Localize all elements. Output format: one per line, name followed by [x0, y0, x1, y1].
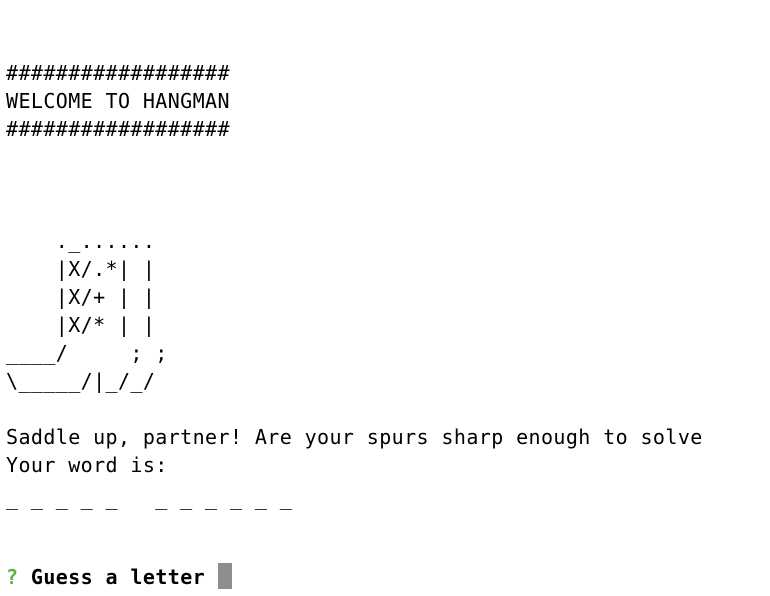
intro-message: Saddle up, partner! Are your spurs sharp… [6, 425, 703, 449]
prompt-label: Guess a letter [30, 565, 206, 589]
terminal-window: ################## WELCOME TO HANGMAN ##… [0, 0, 770, 596]
banner-border-bottom: ################## [6, 117, 230, 141]
word-label: Your word is: [6, 453, 168, 477]
boot-art-line-6: \_____/|_/_/ [6, 369, 156, 393]
boot-art-line-5: ____/ ; ; [6, 341, 168, 365]
boot-art-line-1: ._...... [6, 229, 156, 253]
guess-prompt[interactable]: ? Guess a letter [6, 563, 232, 591]
word-blanks: _ _ _ _ _ _ _ _ _ _ _ [6, 486, 293, 510]
prompt-question-mark: ? [6, 565, 19, 589]
banner-border-top: ################## [6, 61, 230, 85]
text-cursor[interactable] [217, 563, 232, 589]
boot-art-line-3: |X/+ | | [6, 285, 156, 309]
boot-art-line-4: |X/* | | [6, 313, 156, 337]
banner-title: WELCOME TO HANGMAN [6, 89, 230, 113]
boot-art-line-2: |X/.*| | [6, 257, 156, 281]
